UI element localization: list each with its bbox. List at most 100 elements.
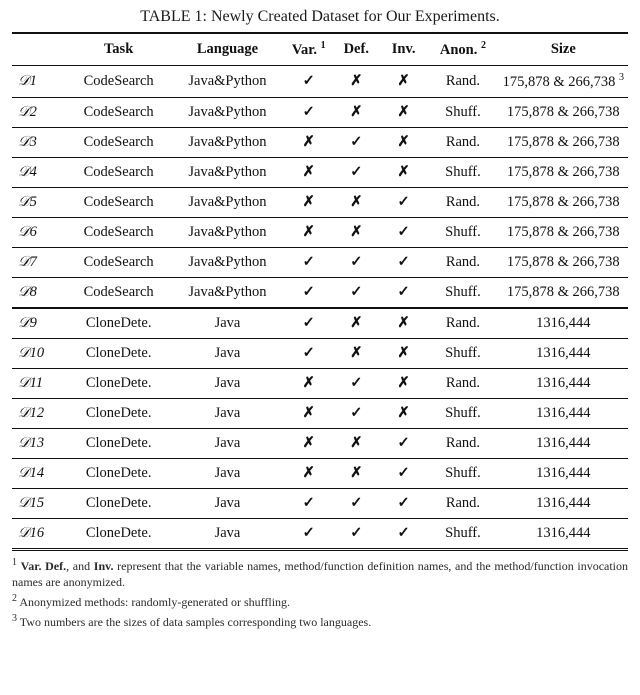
language-cell: Java&Python [170, 187, 285, 217]
table-row: 𝒟3CodeSearchJava&Python✗✓✗Rand.175,878 &… [12, 127, 628, 157]
language-cell: Java&Python [170, 217, 285, 247]
language-cell: Java [170, 428, 285, 458]
dataset-id: 𝒟4 [12, 157, 67, 187]
anon-cell: Rand. [427, 127, 498, 157]
task-cell: CloneDete. [67, 488, 170, 518]
task-cell: CloneDete. [67, 428, 170, 458]
table-header-row: TaskLanguageVar. 1Def.Inv.Anon. 2Size [12, 33, 628, 65]
var-cell: ✗ [285, 368, 333, 398]
def-cell: ✓ [333, 247, 380, 277]
dataset-id: 𝒟10 [12, 338, 67, 368]
size-cell: 1316,444 [499, 488, 628, 518]
task-cell: CodeSearch [67, 97, 170, 127]
dataset-table: TaskLanguageVar. 1Def.Inv.Anon. 2Size 𝒟1… [12, 32, 628, 551]
def-cell: ✓ [333, 127, 380, 157]
table-row: 𝒟13CloneDete.Java✗✗✓Rand.1316,444 [12, 428, 628, 458]
language-cell: Java&Python [170, 65, 285, 97]
task-cell: CodeSearch [67, 187, 170, 217]
size-cell: 175,878 & 266,738 [499, 187, 628, 217]
def-cell: ✗ [333, 65, 380, 97]
dataset-id: 𝒟9 [12, 308, 67, 339]
table-row: 𝒟4CodeSearchJava&Python✗✓✗Shuff.175,878 … [12, 157, 628, 187]
size-cell: 175,878 & 266,738 [499, 97, 628, 127]
inv-cell: ✓ [380, 247, 427, 277]
col-header-anon: Anon. 2 [427, 33, 498, 65]
table-row: 𝒟2CodeSearchJava&Python✓✗✗Shuff.175,878 … [12, 97, 628, 127]
var-cell: ✓ [285, 65, 333, 97]
var-cell: ✗ [285, 458, 333, 488]
language-cell: Java&Python [170, 157, 285, 187]
col-header-inv: Inv. [380, 33, 427, 65]
anon-cell: Rand. [427, 428, 498, 458]
var-cell: ✗ [285, 398, 333, 428]
def-cell: ✓ [333, 157, 380, 187]
language-cell: Java [170, 308, 285, 339]
size-cell: 175,878 & 266,738 [499, 127, 628, 157]
anon-cell: Rand. [427, 187, 498, 217]
col-header-size: Size [499, 33, 628, 65]
inv-cell: ✓ [380, 277, 427, 308]
inv-cell: ✗ [380, 308, 427, 339]
footnote-3: 3 Two numbers are the sizes of data samp… [12, 612, 628, 630]
task-cell: CloneDete. [67, 398, 170, 428]
var-cell: ✓ [285, 277, 333, 308]
dataset-id: 𝒟11 [12, 368, 67, 398]
size-cell: 1316,444 [499, 398, 628, 428]
def-cell: ✗ [333, 458, 380, 488]
task-cell: CodeSearch [67, 157, 170, 187]
task-cell: CloneDete. [67, 518, 170, 549]
size-cell: 1316,444 [499, 308, 628, 339]
task-cell: CodeSearch [67, 65, 170, 97]
dataset-id: 𝒟15 [12, 488, 67, 518]
anon-cell: Rand. [427, 488, 498, 518]
table-row: 𝒟6CodeSearchJava&Python✗✗✓Shuff.175,878 … [12, 217, 628, 247]
inv-cell: ✓ [380, 217, 427, 247]
task-cell: CodeSearch [67, 247, 170, 277]
inv-cell: ✗ [380, 65, 427, 97]
task-cell: CloneDete. [67, 458, 170, 488]
footnote-2-sup: 2 [12, 593, 17, 604]
def-cell: ✓ [333, 398, 380, 428]
language-cell: Java [170, 458, 285, 488]
dataset-id: 𝒟13 [12, 428, 67, 458]
table-row: 𝒟11CloneDete.Java✗✓✗Rand.1316,444 [12, 368, 628, 398]
task-cell: CodeSearch [67, 217, 170, 247]
anon-cell: Rand. [427, 65, 498, 97]
table-row: 𝒟7CodeSearchJava&Python✓✓✓Rand.175,878 &… [12, 247, 628, 277]
col-header-task: Task [67, 33, 170, 65]
language-cell: Java&Python [170, 277, 285, 308]
language-cell: Java [170, 488, 285, 518]
language-cell: Java [170, 398, 285, 428]
def-cell: ✗ [333, 187, 380, 217]
var-cell: ✗ [285, 217, 333, 247]
size-cell: 1316,444 [499, 458, 628, 488]
table-row: 𝒟15CloneDete.Java✓✓✓Rand.1316,444 [12, 488, 628, 518]
language-cell: Java&Python [170, 127, 285, 157]
anon-cell: Shuff. [427, 217, 498, 247]
def-cell: ✓ [333, 488, 380, 518]
language-cell: Java [170, 338, 285, 368]
def-cell: ✗ [333, 308, 380, 339]
table-row: 𝒟5CodeSearchJava&Python✗✗✓Rand.175,878 &… [12, 187, 628, 217]
table-row: 𝒟9CloneDete.Java✓✗✗Rand.1316,444 [12, 308, 628, 339]
size-cell: 1316,444 [499, 518, 628, 549]
inv-cell: ✗ [380, 368, 427, 398]
anon-cell: Shuff. [427, 398, 498, 428]
anon-cell: Shuff. [427, 338, 498, 368]
def-cell: ✗ [333, 338, 380, 368]
var-cell: ✗ [285, 157, 333, 187]
footnote-3-sup: 3 [12, 613, 17, 624]
size-cell: 175,878 & 266,738 [499, 247, 628, 277]
dataset-id: 𝒟1 [12, 65, 67, 97]
col-header-language: Language [170, 33, 285, 65]
task-cell: CodeSearch [67, 127, 170, 157]
dataset-id: 𝒟2 [12, 97, 67, 127]
task-cell: CodeSearch [67, 277, 170, 308]
dataset-id: 𝒟3 [12, 127, 67, 157]
table-footnotes: 1 Var. Def., and Inv. represent that the… [12, 556, 628, 631]
footnote-2: 2 Anonymized methods: randomly-generated… [12, 592, 628, 610]
footnote-3-text: Two numbers are the sizes of data sample… [20, 615, 371, 629]
task-cell: CloneDete. [67, 368, 170, 398]
inv-cell: ✗ [380, 97, 427, 127]
size-cell: 1316,444 [499, 338, 628, 368]
